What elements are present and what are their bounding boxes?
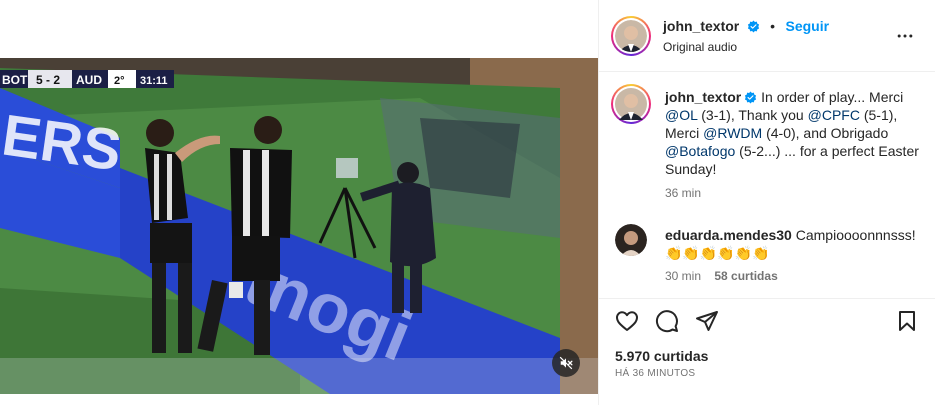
scoreboard-score: 5 - 2 — [36, 73, 60, 87]
verified-badge-icon — [745, 91, 757, 104]
more-options-button[interactable] — [893, 24, 917, 48]
more-horizontal-icon — [897, 34, 913, 38]
like-button[interactable] — [615, 309, 639, 333]
comment-button[interactable] — [655, 309, 679, 333]
caption-time[interactable]: 36 min — [665, 186, 701, 200]
mention-ol[interactable]: @OL — [665, 107, 697, 123]
comment-time[interactable]: 30 min — [665, 269, 701, 283]
likes-count[interactable]: 5.970 curtidas — [615, 348, 708, 364]
heart-icon — [616, 311, 638, 331]
post-caption: john_textor In order of play... Merci @O… — [665, 88, 927, 178]
mention-cpfc[interactable]: @CPFC — [808, 107, 860, 123]
avatar — [615, 88, 647, 120]
bookmark-icon — [899, 311, 915, 331]
follow-button[interactable]: Seguir — [786, 18, 830, 34]
caption-text-4: (4-0), and Obrigado — [762, 125, 889, 141]
save-button[interactable] — [895, 309, 919, 333]
video-frame[interactable]: ERS tnogi BOT 5 - 2 AUD 2° 31:11 — [0, 58, 598, 394]
post-date[interactable]: HÁ 36 MINUTOS — [615, 368, 695, 379]
comment-text: Campioooonnnsss! — [791, 227, 916, 243]
mute-button[interactable] — [552, 349, 580, 377]
comment-emojis: 👏👏👏👏👏👏 — [665, 245, 770, 261]
comment-likes[interactable]: 58 curtidas — [714, 269, 777, 283]
commenter-avatar[interactable] — [615, 224, 647, 256]
header-separator: • — [770, 18, 776, 34]
author-avatar-ring[interactable] — [611, 16, 651, 56]
mention-rwdm[interactable]: @RWDM — [703, 125, 762, 141]
post-actions-bar — [599, 298, 935, 338]
avatar — [615, 224, 647, 256]
scoreboard-away: AUD — [76, 73, 102, 87]
caption-username[interactable]: john_textor — [665, 89, 741, 105]
post-media[interactable]: ERS tnogi BOT 5 - 2 AUD 2° 31:11 — [0, 0, 598, 405]
caption-text-1: In order of play... Merci — [757, 89, 904, 105]
comment-icon — [656, 310, 678, 333]
mention-botafogo[interactable]: @Botafogo — [665, 143, 735, 159]
send-icon — [696, 311, 718, 331]
original-audio-link[interactable]: Original audio — [663, 40, 737, 54]
scoreboard-home: BOT — [2, 73, 28, 87]
video-still: ERS tnogi BOT 5 - 2 AUD 2° 31:11 — [0, 58, 598, 394]
avatar — [615, 20, 647, 52]
verified-badge-icon — [747, 20, 759, 33]
comment-body: eduarda.mendes30 Campioooonnnsss! 👏👏👏👏👏👏 — [665, 226, 927, 262]
share-button[interactable] — [695, 309, 719, 333]
caption-avatar-ring[interactable] — [611, 84, 651, 124]
comment-username[interactable]: eduarda.mendes30 — [665, 227, 792, 243]
speaker-muted-icon — [559, 356, 573, 370]
header-username[interactable]: john_textor — [663, 18, 739, 34]
scoreboard-clock: 31:11 — [140, 75, 168, 87]
caption-text-2: (3-1), Thank you — [697, 107, 808, 123]
post-side-panel: john_textor • Seguir Original audio john… — [598, 0, 935, 405]
scoreboard-period: 2° — [114, 75, 125, 87]
post-header: john_textor • Seguir Original audio — [599, 0, 935, 72]
